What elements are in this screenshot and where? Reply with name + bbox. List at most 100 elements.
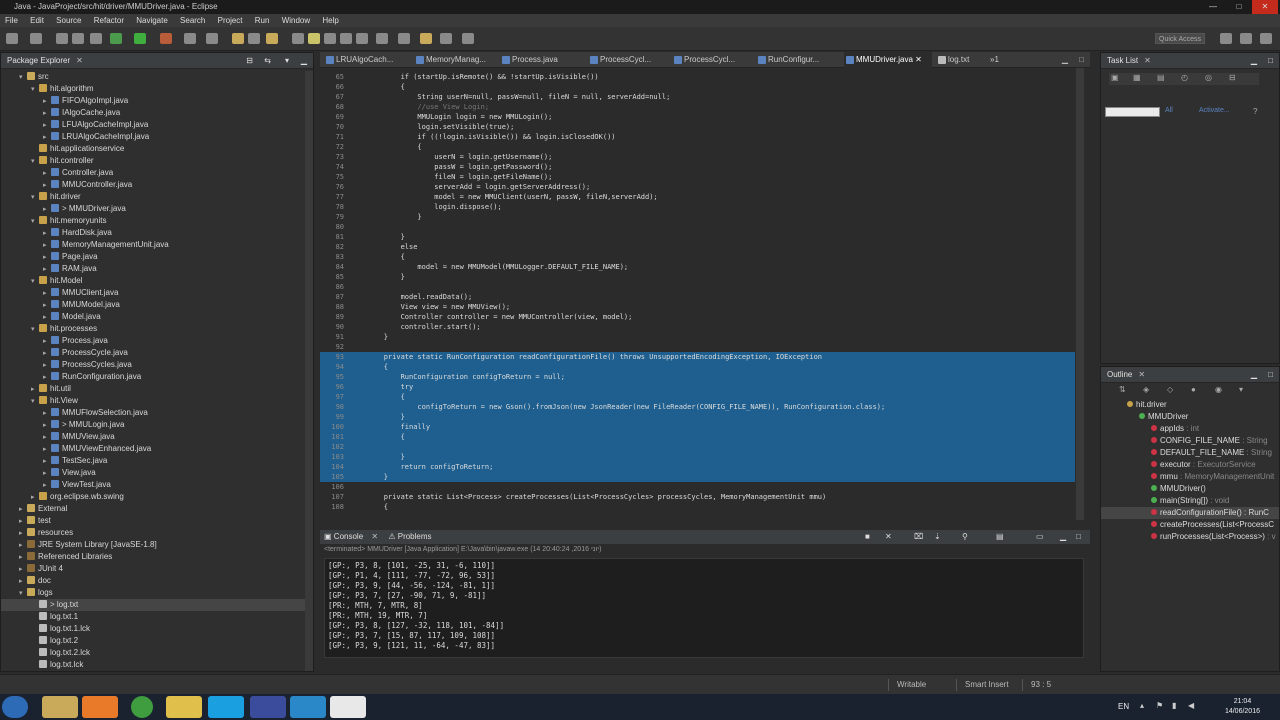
code-line[interactable]: 90 controller.start(); bbox=[320, 322, 1075, 332]
code-line[interactable]: 82 else bbox=[320, 242, 1075, 252]
network-icon[interactable]: ▮ bbox=[1172, 701, 1176, 710]
code-line[interactable]: 106 bbox=[320, 482, 1075, 492]
code-line[interactable]: 70 login.setVisible(true); bbox=[320, 122, 1075, 132]
menu-window[interactable]: Window bbox=[277, 14, 315, 27]
tree-item[interactable]: log.txt.1 bbox=[1, 611, 305, 623]
tree-item[interactable]: hit.applicationservice bbox=[1, 143, 305, 155]
open-console-icon[interactable]: ▭ bbox=[1036, 530, 1044, 544]
outline-item[interactable]: hit.driver bbox=[1101, 399, 1279, 411]
pilcrow-icon[interactable] bbox=[356, 33, 368, 44]
view-menu-icon[interactable]: ▾ bbox=[285, 53, 289, 69]
tree-item[interactable]: ▸ test bbox=[1, 515, 305, 527]
code-line[interactable]: 84 model = new MMUModel(MMULogger.DEFAUL… bbox=[320, 262, 1075, 272]
tree-item[interactable]: ▾ hit.processes bbox=[1, 323, 305, 335]
code-line[interactable]: 108 { bbox=[320, 502, 1075, 512]
flag-icon[interactable]: ⚑ bbox=[1156, 701, 1163, 710]
tree-item[interactable]: ▸ MMUModel.java bbox=[1, 299, 305, 311]
tree-item[interactable]: ▾ logs bbox=[1, 587, 305, 599]
tree-item[interactable]: ▸ doc bbox=[1, 575, 305, 587]
close-button[interactable]: ✕ bbox=[1252, 0, 1278, 14]
tree-item[interactable]: ▸ ProcessCycles.java bbox=[1, 359, 305, 371]
maximize-icon[interactable]: □ bbox=[1268, 53, 1273, 69]
open-task-icon[interactable] bbox=[248, 33, 260, 44]
tree-item[interactable]: ▸ RunConfiguration.java bbox=[1, 371, 305, 383]
close-icon[interactable]: ✕ bbox=[1144, 56, 1151, 65]
media-player-taskbar-icon[interactable] bbox=[82, 696, 118, 718]
activate-link[interactable]: Activate... bbox=[1199, 107, 1230, 114]
tree-item[interactable]: ▸ TestSec.java bbox=[1, 455, 305, 467]
tree-item[interactable]: ▸ LRUAlgoCacheImpl.java bbox=[1, 131, 305, 143]
tree-item[interactable]: ▸ Process.java bbox=[1, 335, 305, 347]
save-icon[interactable] bbox=[56, 33, 68, 44]
block-selection-icon[interactable] bbox=[324, 33, 336, 44]
code-line[interactable]: 93 private static RunConfiguration readC… bbox=[320, 352, 1075, 362]
tree-item[interactable]: ▸ > MMULogin.java bbox=[1, 419, 305, 431]
tab-overflow[interactable]: »1 bbox=[990, 52, 1014, 68]
tab-process-cycle[interactable]: ProcessCycl... bbox=[588, 52, 660, 68]
display-console-icon[interactable]: ▤ bbox=[996, 530, 1004, 544]
hide-static-icon[interactable]: ◇ bbox=[1167, 385, 1173, 394]
menu-source[interactable]: Source bbox=[51, 14, 86, 27]
tree-item[interactable]: ▸ Referenced Libraries bbox=[1, 551, 305, 563]
code-line[interactable]: 83 { bbox=[320, 252, 1075, 262]
maximize-icon[interactable]: □ bbox=[1268, 367, 1273, 383]
tree-item[interactable]: ▸ JUnit 4 bbox=[1, 563, 305, 575]
screen-recorder-taskbar-icon[interactable] bbox=[290, 696, 326, 718]
tree-item[interactable]: ▸ View.java bbox=[1, 467, 305, 479]
java-ee-perspective-icon[interactable] bbox=[1240, 33, 1252, 44]
tree-item[interactable]: ▾ hit.Model bbox=[1, 275, 305, 287]
explorer-taskbar-icon[interactable] bbox=[42, 696, 78, 718]
code-line[interactable]: 104 return configToReturn; bbox=[320, 462, 1075, 472]
print-icon[interactable] bbox=[90, 33, 102, 44]
outline-item[interactable]: MMUDriver() bbox=[1101, 483, 1279, 495]
code-line[interactable]: 77 model = new MMUClient(userN, passW, f… bbox=[320, 192, 1075, 202]
outline-item[interactable]: readConfigurationFile() : RunC bbox=[1101, 507, 1279, 519]
tree-item[interactable]: > log.txt bbox=[1, 599, 305, 611]
tree-item[interactable]: ▸ MMUViewEnhanced.java bbox=[1, 443, 305, 455]
code-line[interactable]: 73 userN = login.getUsername(); bbox=[320, 152, 1075, 162]
task-list-tab[interactable]: Task List bbox=[1107, 56, 1138, 65]
tree-item[interactable]: ▸ LFUAlgoCacheImpl.java bbox=[1, 119, 305, 131]
filter-icon[interactable]: ▤ bbox=[1157, 73, 1165, 82]
task-find-input[interactable] bbox=[1105, 107, 1160, 117]
tree-item[interactable]: ▸ RAM.java bbox=[1, 263, 305, 275]
tree-item[interactable]: ▸ FIFOAlgoImpl.java bbox=[1, 95, 305, 107]
tree-item[interactable]: ▸ IAlgoCache.java bbox=[1, 107, 305, 119]
code-line[interactable]: 96 try bbox=[320, 382, 1075, 392]
code-line[interactable]: 87 model.readData(); bbox=[320, 292, 1075, 302]
tree-item[interactable]: ▸ MemoryManagementUnit.java bbox=[1, 239, 305, 251]
tab-problems[interactable]: Problems bbox=[398, 532, 432, 541]
back-icon[interactable] bbox=[440, 33, 452, 44]
menu-help[interactable]: Help bbox=[317, 14, 343, 27]
package-explorer-tab[interactable]: Package Explorer bbox=[7, 56, 70, 65]
tree-item[interactable]: ▸ JRE System Library [JavaSE-1.8] bbox=[1, 539, 305, 551]
view-menu-icon[interactable]: ▾ bbox=[1239, 385, 1243, 394]
java-perspective-icon[interactable] bbox=[1260, 33, 1272, 44]
tree-item[interactable]: log.txt.lck bbox=[1, 659, 305, 671]
code-line[interactable]: 85 } bbox=[320, 272, 1075, 282]
code-line[interactable]: 89 Controller controller = new MMUContro… bbox=[320, 312, 1075, 322]
minimize-button[interactable]: — bbox=[1200, 0, 1226, 14]
forward-icon[interactable] bbox=[462, 33, 474, 44]
new-icon[interactable] bbox=[6, 33, 18, 44]
code-line[interactable]: 67 String userN=null, passW=null, fileN … bbox=[320, 92, 1075, 102]
external-tools-icon[interactable] bbox=[160, 33, 172, 44]
scroll-lock-icon[interactable]: ⇣ bbox=[934, 530, 941, 544]
minimize-icon[interactable]: ▁ bbox=[1060, 530, 1066, 544]
tab-process-cycles[interactable]: ProcessCycl... bbox=[672, 52, 744, 68]
code-line[interactable]: 88 View view = new MMUView(); bbox=[320, 302, 1075, 312]
sort-icon[interactable]: ⇅ bbox=[1119, 385, 1126, 394]
save-all-icon[interactable] bbox=[72, 33, 84, 44]
remove-launch-icon[interactable]: ✕ bbox=[885, 530, 892, 544]
tree-item[interactable]: ▸ resources bbox=[1, 527, 305, 539]
tree-item[interactable]: ▸ Page.java bbox=[1, 251, 305, 263]
app-taskbar-icon[interactable] bbox=[166, 696, 202, 718]
tree-item[interactable]: ▸ Controller.java bbox=[1, 167, 305, 179]
outline-item[interactable]: MMUDriver bbox=[1101, 411, 1279, 423]
maximize-button[interactable]: □ bbox=[1226, 0, 1252, 14]
tree-item[interactable]: ▸ hit.util bbox=[1, 383, 305, 395]
clock[interactable]: 21:04 14/06/2016 bbox=[1225, 697, 1260, 717]
tree-item[interactable]: ▸ Model.java bbox=[1, 311, 305, 323]
help-icon[interactable]: ? bbox=[1253, 107, 1257, 116]
code-line[interactable]: 80 bbox=[320, 222, 1075, 232]
